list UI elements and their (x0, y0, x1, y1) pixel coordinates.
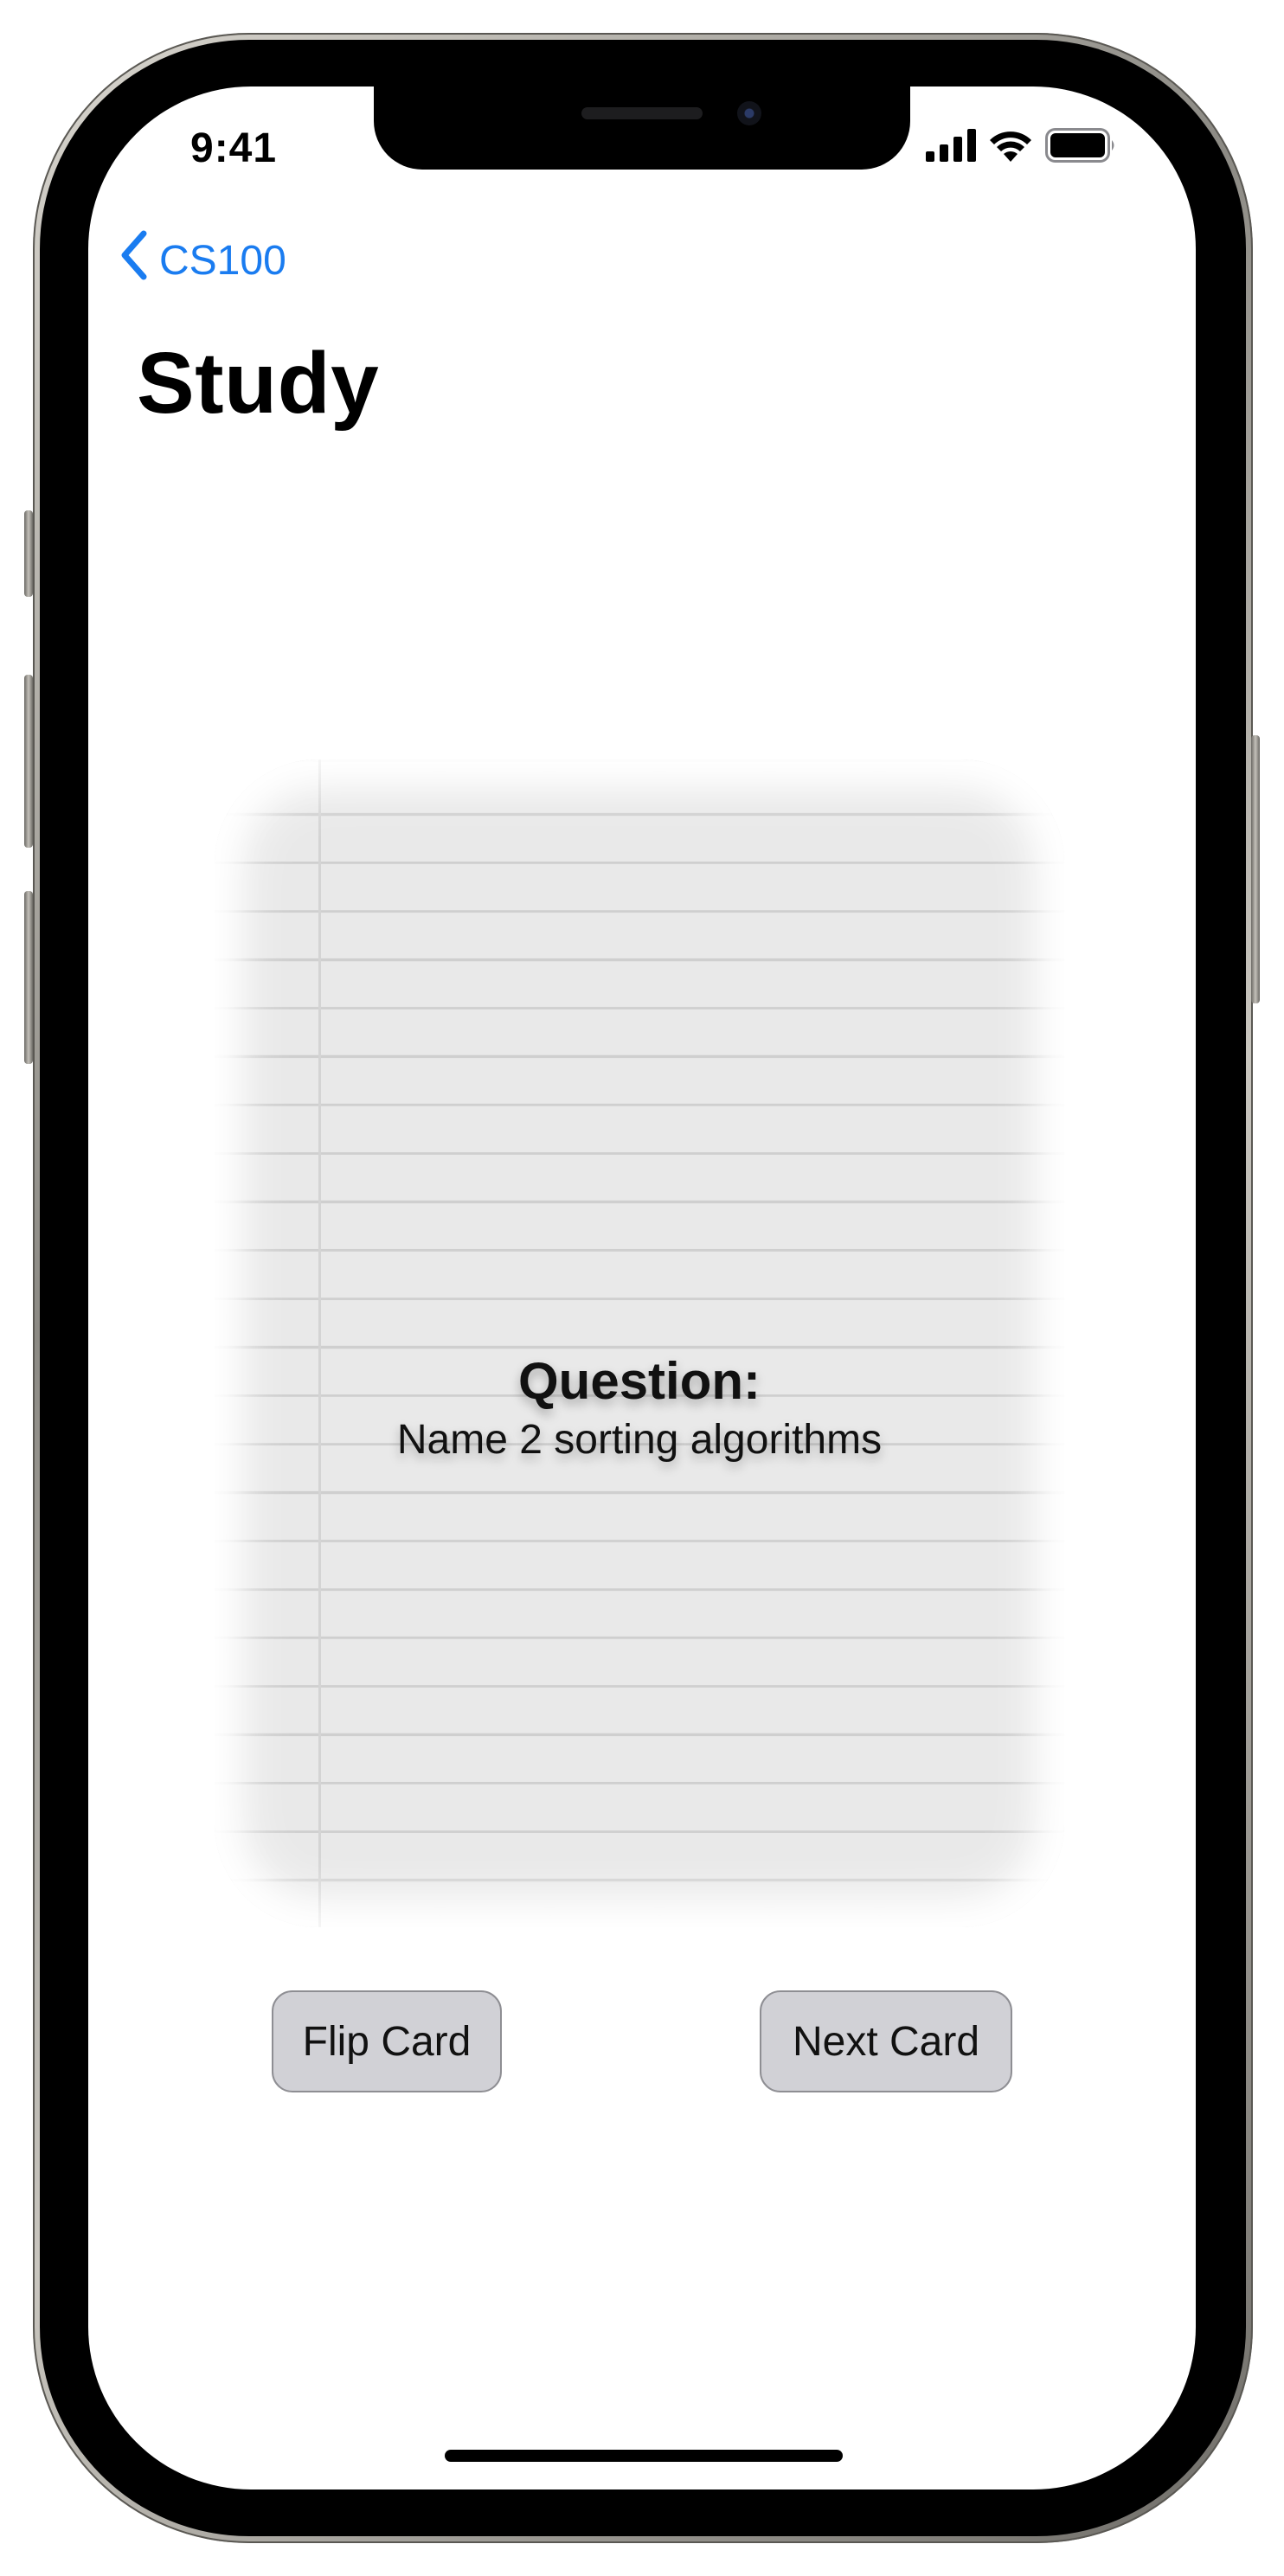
status-icons (926, 127, 1118, 167)
earpiece-speaker (581, 107, 703, 119)
next-card-button[interactable]: Next Card (760, 1990, 1012, 2092)
flashcard[interactable]: Question: Name 2 sorting algorithms (215, 759, 1064, 1927)
flip-card-button[interactable]: Flip Card (272, 1990, 502, 2092)
battery-icon (1045, 127, 1118, 167)
volume-up-button (24, 675, 33, 848)
card-edge-fade (215, 759, 1064, 1927)
card-content: Question: Name 2 sorting algorithms (215, 1351, 1064, 1469)
back-button-label: CS100 (159, 237, 286, 284)
card-margin-line (318, 759, 321, 1927)
power-button (1251, 735, 1260, 1003)
status-time: 9:41 (190, 125, 278, 171)
wifi-icon (988, 129, 1033, 166)
card-heading: Question: (518, 1352, 761, 1410)
volume-down-button (24, 891, 33, 1064)
home-indicator[interactable] (445, 2450, 843, 2462)
card-question-text: Name 2 sorting algorithms (396, 1417, 883, 1463)
back-button[interactable]: CS100 (119, 230, 286, 291)
page-title: Study (137, 335, 380, 432)
phone-screen: 9:41 CS100 Study Question: Name 2 sortin… (88, 87, 1196, 2489)
cellular-signal-icon (926, 128, 976, 166)
notch (374, 87, 910, 170)
front-camera (737, 101, 761, 125)
silent-switch (24, 510, 33, 597)
chevron-left-icon (119, 230, 159, 291)
